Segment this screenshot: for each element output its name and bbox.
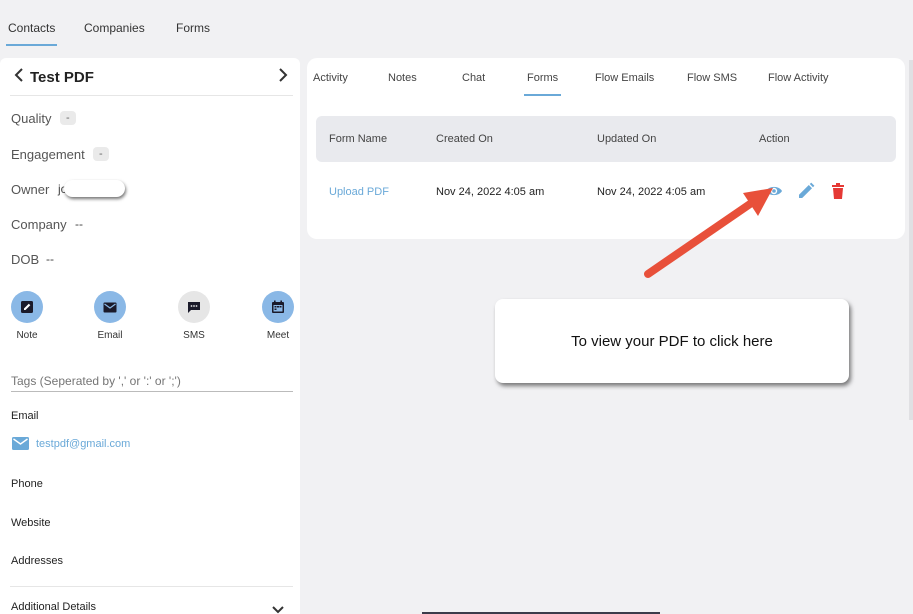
calendar-icon bbox=[262, 291, 294, 323]
trash-icon[interactable] bbox=[829, 182, 847, 200]
contact-name: Test PDF bbox=[30, 69, 94, 86]
column-header-updated-on: Updated On bbox=[597, 133, 657, 145]
quality-badge[interactable]: - bbox=[60, 111, 76, 125]
tab-companies[interactable]: Companies bbox=[84, 21, 145, 35]
sms-button[interactable]: SMS bbox=[176, 291, 212, 341]
email-section-label: Email bbox=[11, 410, 39, 422]
email-button[interactable]: Email bbox=[92, 291, 128, 341]
tab-forms[interactable]: Forms bbox=[523, 72, 562, 96]
contact-panel: Test PDF Quality - Engagement - Owner jc… bbox=[0, 58, 300, 614]
tab-flow-emails[interactable]: Flow Emails bbox=[595, 72, 654, 84]
envelope-icon bbox=[94, 291, 126, 323]
chevron-left-icon[interactable] bbox=[14, 68, 24, 87]
tab-chat[interactable]: Chat bbox=[462, 72, 485, 84]
column-header-action: Action bbox=[759, 133, 790, 145]
additional-details-label[interactable]: Additional Details bbox=[11, 601, 96, 613]
redaction-overlay bbox=[64, 180, 125, 197]
email-action-label: Email bbox=[97, 330, 123, 341]
owner-label: Owner bbox=[11, 182, 50, 197]
website-label: Website bbox=[11, 517, 51, 529]
dob-label: DOB bbox=[11, 252, 40, 267]
callout-box: To view your PDF to click here bbox=[495, 299, 849, 383]
tab-contacts[interactable]: Contacts bbox=[5, 21, 58, 46]
dob-value: -- bbox=[46, 252, 54, 266]
forms-card: Activity Notes Chat Forms Flow Emails Fl… bbox=[307, 58, 905, 239]
quality-label: Quality bbox=[11, 111, 52, 126]
chevron-right-icon[interactable] bbox=[278, 68, 288, 87]
chat-bubble-icon bbox=[178, 291, 210, 323]
tab-notes[interactable]: Notes bbox=[388, 72, 417, 84]
updated-on-cell: Nov 24, 2022 4:05 am bbox=[597, 186, 706, 198]
top-navigation: Contacts Companies Forms bbox=[0, 0, 913, 50]
form-name-link[interactable]: Upload PDF bbox=[329, 186, 389, 198]
phone-label: Phone bbox=[11, 478, 43, 490]
company-value: -- bbox=[75, 217, 83, 231]
note-button[interactable]: Note bbox=[9, 291, 45, 341]
created-on-cell: Nov 24, 2022 4:05 am bbox=[436, 186, 545, 198]
tab-activity[interactable]: Activity bbox=[313, 72, 348, 84]
divider bbox=[10, 95, 293, 96]
column-header-created-on: Created On bbox=[436, 133, 493, 145]
addresses-label: Addresses bbox=[11, 555, 63, 567]
scrollbar[interactable] bbox=[909, 60, 913, 420]
table-header: Form Name Created On Updated On Action bbox=[316, 116, 896, 162]
pencil-icon[interactable] bbox=[797, 182, 815, 200]
engagement-label: Engagement bbox=[11, 147, 85, 162]
divider bbox=[10, 586, 293, 587]
meet-label: Meet bbox=[266, 330, 290, 341]
callout-text: To view your PDF to click here bbox=[571, 332, 773, 350]
contact-header: Test PDF bbox=[0, 58, 300, 96]
tab-flow-activity[interactable]: Flow Activity bbox=[768, 72, 829, 84]
company-label: Company bbox=[11, 217, 67, 232]
tab-flow-sms[interactable]: Flow SMS bbox=[687, 72, 737, 84]
envelope-icon bbox=[12, 437, 29, 455]
note-edit-icon bbox=[11, 291, 43, 323]
sms-label: SMS bbox=[183, 330, 205, 341]
meet-button[interactable]: Meet bbox=[260, 291, 296, 341]
tab-forms[interactable]: Forms bbox=[176, 21, 210, 35]
eye-icon[interactable] bbox=[765, 182, 783, 200]
note-label: Note bbox=[16, 330, 38, 341]
chevron-down-icon[interactable] bbox=[272, 601, 284, 614]
email-link[interactable]: testpdf@gmail.com bbox=[36, 438, 130, 450]
tags-input[interactable] bbox=[11, 370, 293, 392]
engagement-badge[interactable]: - bbox=[93, 147, 109, 161]
column-header-form-name: Form Name bbox=[329, 133, 388, 145]
